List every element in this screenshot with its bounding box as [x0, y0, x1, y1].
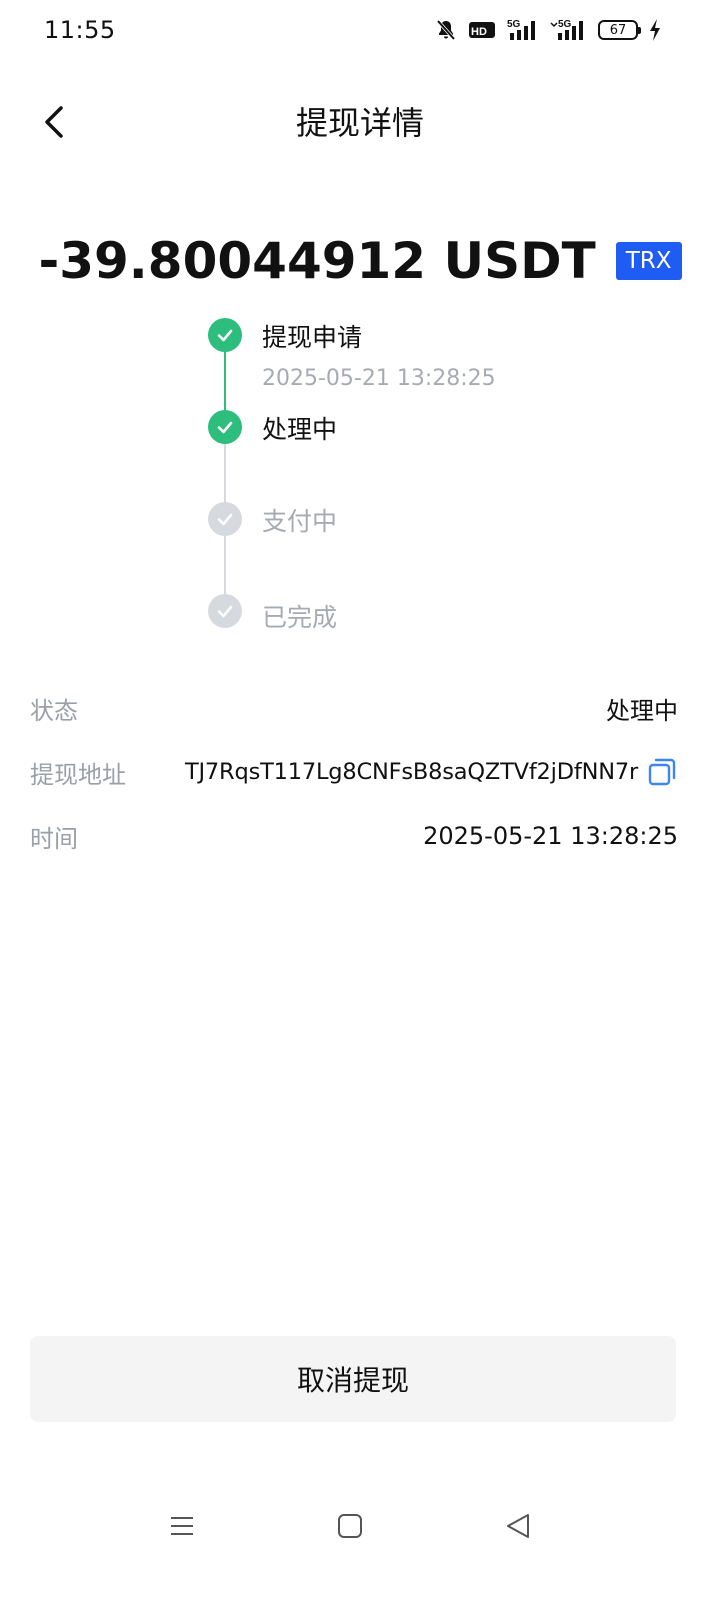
- home-icon: [338, 1514, 362, 1538]
- cancel-withdrawal-button[interactable]: 取消提现: [30, 1336, 676, 1422]
- progress-timeline: 提现申请 2025-05-21 13:28:25 处理中 支付中 已完成: [208, 318, 568, 648]
- step-check-icon: [208, 410, 242, 444]
- copy-icon[interactable]: [646, 756, 678, 788]
- status-value: 处理中: [606, 696, 678, 725]
- withdrawal-detail-screen: 11:55 HD 5G 5G 67 提现详情 -39.80044912 USDT…: [0, 0, 720, 1600]
- chain-badge: TRX: [615, 242, 682, 280]
- charging-icon: [648, 18, 662, 42]
- step-label: 已完成: [262, 603, 338, 632]
- address-row: 提现地址 TJ7RqsT117Lg8CNFsB8saQZTVf2jDfNN7r: [30, 752, 678, 792]
- header: 提现详情: [0, 80, 720, 160]
- step-label: 提现申请: [262, 323, 363, 352]
- amount-row: -39.80044912 USDT TRX: [0, 232, 720, 290]
- status-bar: 11:55 HD 5G 5G 67: [0, 0, 720, 64]
- address-value: TJ7RqsT117Lg8CNFsB8saQZTVf2jDfNN7r: [184, 759, 638, 785]
- status-time: 11:55: [44, 16, 116, 44]
- network-label: 5G: [558, 19, 572, 30]
- step-label: 支付中: [262, 507, 338, 536]
- signal-5g-icon: 5G: [506, 18, 540, 42]
- battery-icon: 67: [598, 20, 641, 40]
- bell-muted-icon: [434, 18, 458, 42]
- status-label: 状态: [30, 696, 78, 725]
- time-row: 时间 2025-05-21 13:28:25: [30, 816, 678, 856]
- nav-back-button[interactable]: [498, 1506, 538, 1546]
- time-value: 2025-05-21 13:28:25: [423, 822, 678, 850]
- step-check-icon: [208, 318, 242, 352]
- step-time: 2025-05-21 13:28:25: [262, 366, 496, 391]
- address-label: 提现地址: [30, 760, 126, 789]
- step-check-icon: [208, 502, 242, 536]
- back-icon: [507, 1514, 529, 1538]
- signal-5g-icon: 5G: [550, 18, 588, 42]
- status-icons: HD 5G 5G 67: [434, 18, 662, 42]
- status-row: 状态 处理中: [30, 688, 678, 728]
- hd-label: HD: [471, 26, 487, 38]
- nav-menu-button[interactable]: [162, 1506, 202, 1546]
- system-nav-bar: [0, 1490, 720, 1560]
- page-title: 提现详情: [295, 104, 424, 142]
- hd-icon: HD: [468, 20, 496, 40]
- nav-home-button[interactable]: [330, 1506, 370, 1546]
- address-wrap: TJ7RqsT117Lg8CNFsB8saQZTVf2jDfNN7r: [185, 756, 678, 788]
- menu-icon: [171, 1517, 193, 1535]
- withdrawal-amount: -39.80044912 USDT: [38, 232, 596, 290]
- network-label: 5G: [507, 19, 521, 30]
- time-label: 时间: [30, 824, 78, 853]
- battery-level: 67: [609, 22, 627, 38]
- step-label: 处理中: [262, 415, 338, 444]
- step-check-icon: [208, 594, 242, 628]
